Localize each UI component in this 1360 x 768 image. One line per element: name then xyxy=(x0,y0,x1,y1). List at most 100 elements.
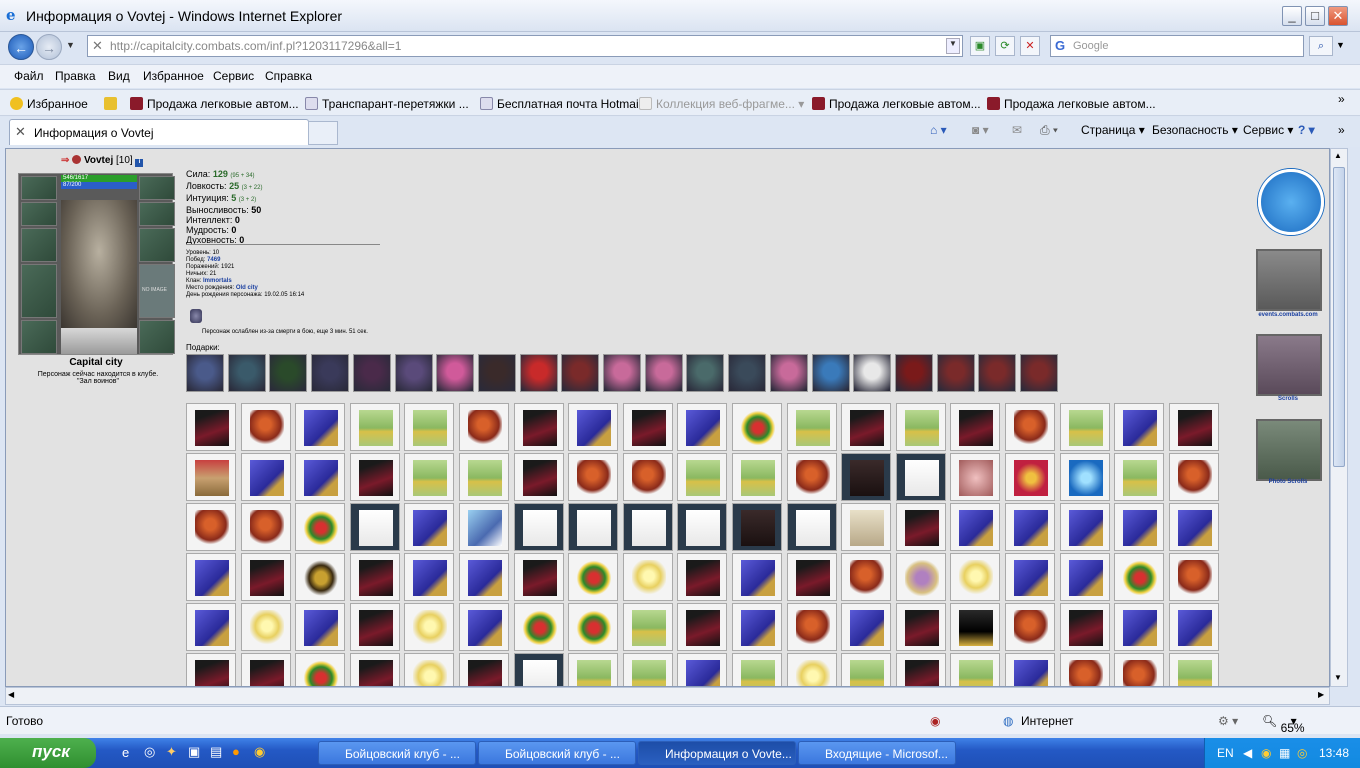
inventory-item[interactable] xyxy=(1059,453,1110,501)
inventory-item[interactable] xyxy=(950,503,1001,551)
inventory-item[interactable] xyxy=(568,403,619,451)
inventory-item[interactable] xyxy=(950,653,1001,686)
gift-item[interactable] xyxy=(769,354,808,392)
inventory-item[interactable] xyxy=(1059,653,1110,686)
scrolls-banner-icon[interactable] xyxy=(1256,334,1322,396)
taskbar-item-3[interactable]: Информация о Vovte... xyxy=(638,741,796,765)
inventory-item[interactable] xyxy=(568,603,619,651)
helmet-slot[interactable] xyxy=(21,176,57,200)
bracer-slot[interactable] xyxy=(21,202,57,226)
inventory-item[interactable] xyxy=(513,603,564,651)
inventory-item[interactable] xyxy=(622,553,673,601)
gift-item[interactable] xyxy=(352,354,391,392)
favorite-link-1[interactable]: Продажа легковые автом... xyxy=(130,97,299,111)
inventory-item[interactable] xyxy=(732,403,782,451)
inventory-item[interactable] xyxy=(1168,453,1219,501)
new-tab-button[interactable] xyxy=(308,121,338,145)
inventory-item[interactable] xyxy=(240,603,291,651)
inventory-item[interactable] xyxy=(1005,403,1055,451)
inventory-item[interactable] xyxy=(1005,553,1055,601)
info-icon[interactable]: i xyxy=(135,159,144,167)
back-button[interactable]: ← xyxy=(8,34,34,60)
help-icon[interactable]: ? ▾ xyxy=(1298,123,1315,137)
inventory-item[interactable] xyxy=(1059,503,1110,551)
app-quicklaunch-icon[interactable]: ✦ xyxy=(166,744,177,760)
taskbar-item-1[interactable]: Бойцовский клуб - ... xyxy=(318,741,476,765)
gift-item[interactable] xyxy=(936,354,975,392)
history-dropdown-icon[interactable]: ▼ xyxy=(66,40,75,50)
scroll-right-icon[interactable]: ▶ xyxy=(1318,690,1324,699)
gift-item[interactable] xyxy=(436,354,475,392)
horizontal-scrollbar[interactable]: ◀ ▶ xyxy=(5,687,1330,705)
inventory-item[interactable] xyxy=(677,653,728,686)
gift-item[interactable] xyxy=(1020,354,1058,392)
inventory-item[interactable] xyxy=(950,403,1001,451)
boots-slot[interactable] xyxy=(139,320,175,354)
character-name[interactable]: ⇒ Vovtej [10] i xyxy=(61,155,144,167)
inventory-item[interactable] xyxy=(677,403,728,451)
inventory-item[interactable] xyxy=(1168,503,1219,551)
inventory-item[interactable] xyxy=(459,553,509,601)
inventory-item[interactable] xyxy=(677,553,728,601)
inventory-item[interactable] xyxy=(732,653,782,686)
gift-item[interactable] xyxy=(186,354,224,392)
menu-favorites[interactable]: Избранное xyxy=(143,69,204,83)
inventory-item[interactable] xyxy=(459,453,509,501)
inventory-item[interactable] xyxy=(622,403,673,451)
inventory-item[interactable] xyxy=(349,653,400,686)
add-favorites-icon[interactable] xyxy=(104,97,121,111)
inventory-item[interactable] xyxy=(186,653,236,686)
menu-tools[interactable]: Сервис xyxy=(213,69,254,83)
tab-current[interactable]: ✕ Информация о Vovtej xyxy=(9,119,309,145)
inventory-item[interactable] xyxy=(622,603,673,651)
inventory-item[interactable] xyxy=(950,603,1001,651)
armor-slot[interactable] xyxy=(21,264,57,318)
page-menu[interactable]: Страница ▾ xyxy=(1081,123,1145,137)
favorite-link-6[interactable]: Продажа легковые автом... xyxy=(987,97,1156,111)
media-quicklaunch-icon[interactable]: ▣ xyxy=(188,744,200,760)
inventory-item[interactable] xyxy=(568,553,619,601)
vertical-scroll-thumb[interactable] xyxy=(1333,167,1345,467)
mail-quicklaunch-icon[interactable]: ◉ xyxy=(254,744,265,760)
gift-item[interactable] xyxy=(227,354,266,392)
inventory-item[interactable] xyxy=(895,603,946,651)
inventory-item[interactable] xyxy=(513,653,564,686)
scrolls-link[interactable]: Scrolls xyxy=(1248,396,1328,402)
menu-file[interactable]: Файл xyxy=(14,69,44,83)
inventory-item[interactable] xyxy=(732,453,782,501)
inventory-item[interactable] xyxy=(459,503,509,551)
inventory-item[interactable] xyxy=(240,653,291,686)
menu-help[interactable]: Справка xyxy=(265,69,312,83)
inventory-item[interactable] xyxy=(1005,603,1055,651)
ie-quicklaunch-icon[interactable]: e xyxy=(122,745,129,760)
inventory-item[interactable] xyxy=(404,653,455,686)
inventory-item[interactable] xyxy=(895,553,946,601)
inventory-item[interactable] xyxy=(677,453,728,501)
scroll-down-icon[interactable]: ▼ xyxy=(1334,673,1342,682)
inventory-item[interactable] xyxy=(186,603,236,651)
privacy-icon[interactable]: ◉ xyxy=(930,714,940,728)
compatibility-icon[interactable]: ▣ xyxy=(970,36,990,56)
inventory-item[interactable] xyxy=(1114,603,1165,651)
inventory-item[interactable] xyxy=(295,653,346,686)
firefox-quicklaunch-icon[interactable]: ● xyxy=(232,744,240,759)
gift-item[interactable] xyxy=(561,354,600,392)
inventory-item[interactable] xyxy=(349,553,400,601)
inventory-item[interactable] xyxy=(1168,403,1219,451)
inventory-item[interactable] xyxy=(622,453,673,501)
gift-item[interactable] xyxy=(728,354,767,392)
inventory-item[interactable] xyxy=(732,603,782,651)
tray-network-icon[interactable]: ▦ xyxy=(1279,746,1290,760)
search-input[interactable]: G Google xyxy=(1050,35,1304,57)
maximize-button[interactable]: □ xyxy=(1305,6,1325,26)
inventory-item[interactable] xyxy=(1168,653,1219,686)
inventory-item[interactable] xyxy=(841,503,892,551)
gift-item[interactable] xyxy=(811,354,850,392)
url-dropdown-icon[interactable]: ▼ xyxy=(946,38,960,54)
url-input[interactable]: ✕ http://capitalcity.combats.com/inf.pl?… xyxy=(87,35,963,57)
inventory-item[interactable] xyxy=(950,553,1001,601)
inventory-item[interactable] xyxy=(786,553,837,601)
feeds-icon[interactable]: ◙ ▾ xyxy=(972,123,989,137)
inventory-item[interactable] xyxy=(1168,603,1219,651)
inventory-item[interactable] xyxy=(1114,453,1165,501)
